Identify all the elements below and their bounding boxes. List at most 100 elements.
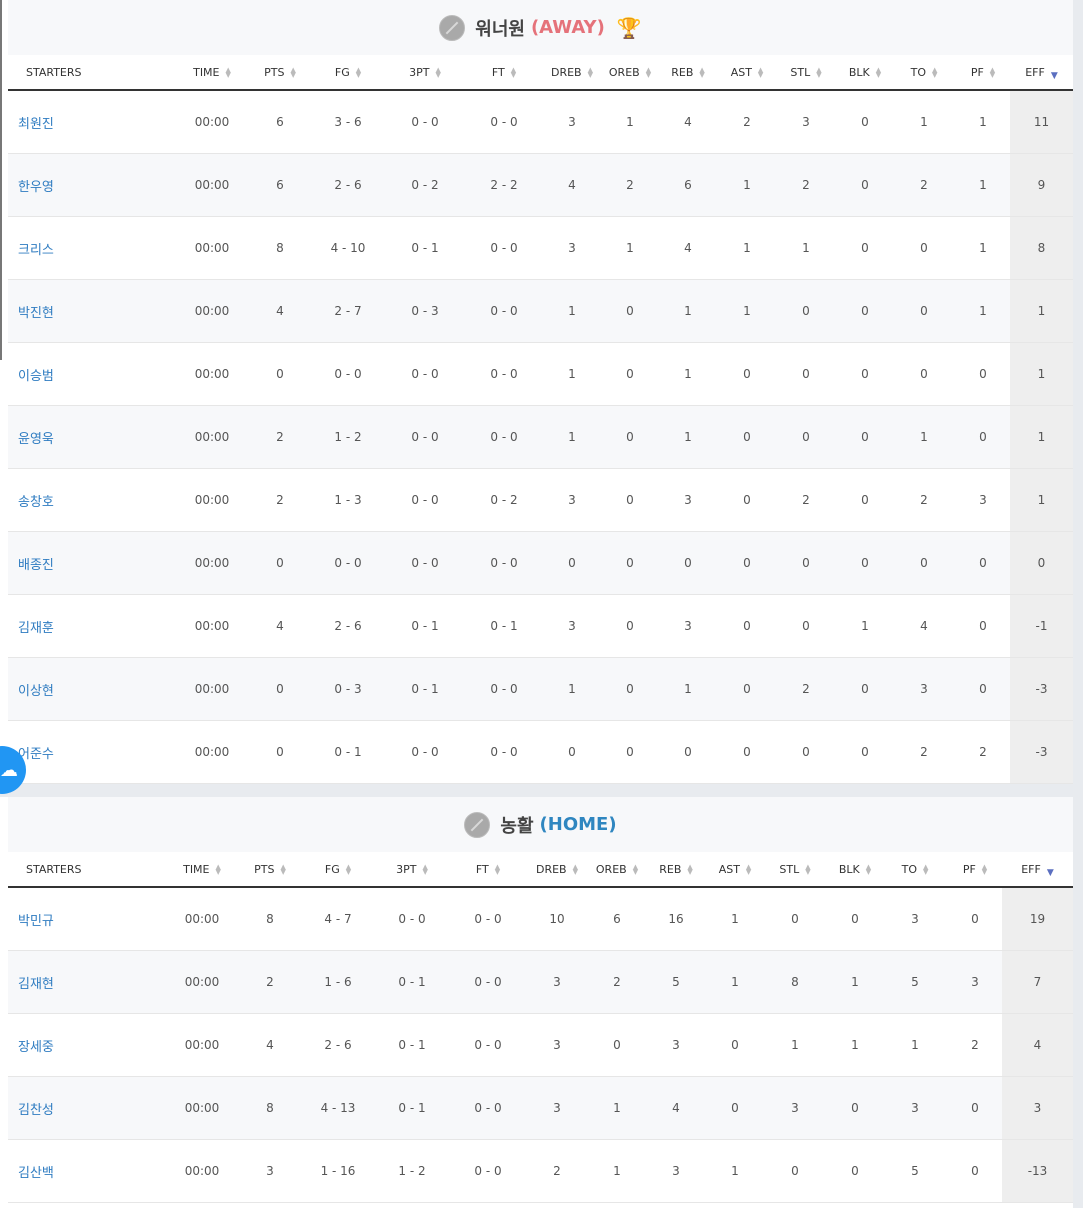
sort-icon[interactable]: ▲ ▼: [758, 66, 763, 78]
sort-desc-icon[interactable]: ▼: [1051, 71, 1058, 81]
stat-cell-pts: 0: [246, 342, 314, 406]
column-header-ast[interactable]: AST ▲ ▼: [720, 55, 774, 91]
stat-cell-fg: 2 - 6: [314, 153, 382, 217]
player-name-link[interactable]: 김재현: [8, 950, 168, 1014]
sort-icon[interactable]: ▲ ▼: [495, 863, 500, 875]
column-header-reb[interactable]: REB ▲ ▼: [644, 852, 708, 888]
column-header-blk[interactable]: BLK ▲ ▼: [838, 55, 892, 91]
column-header-starters[interactable]: STARTERS: [8, 55, 178, 91]
player-name-link[interactable]: 장세중: [8, 1013, 168, 1077]
column-header-fg[interactable]: FG ▲ ▼: [314, 55, 382, 91]
sort-icon[interactable]: ▲ ▼: [990, 66, 995, 78]
column-header-blk[interactable]: BLK ▲ ▼: [828, 852, 882, 888]
stat-cell-stl: 0: [774, 405, 838, 469]
column-header-starters[interactable]: STARTERS: [8, 852, 168, 888]
player-name-link[interactable]: 김재훈: [8, 594, 178, 658]
sort-icon[interactable]: ▲ ▼: [876, 66, 881, 78]
column-header-3pt[interactable]: 3PT ▲ ▼: [382, 55, 468, 91]
column-header-ft[interactable]: FT ▲ ▼: [468, 55, 540, 91]
sort-icon[interactable]: ▲ ▼: [687, 863, 692, 875]
sort-icon[interactable]: ▲ ▼: [511, 66, 516, 78]
column-header-reb[interactable]: REB ▲ ▼: [656, 55, 720, 91]
player-name-link[interactable]: 송창호: [8, 468, 178, 532]
away-team-name[interactable]: 워너원: [475, 15, 525, 41]
column-header-eff[interactable]: EFF ▼: [1002, 852, 1073, 888]
table-row: 김재훈 00:00 4 2 - 60 - 10 - 1 3 0 3 0 0 1 4 0 -1: [8, 594, 1073, 658]
stat-cell-stl: 1: [774, 216, 838, 280]
column-header-pts[interactable]: PTS ▲ ▼: [236, 852, 304, 888]
stat-cell-ft: 0 - 0: [452, 950, 524, 1014]
column-header-pf[interactable]: PF ▲ ▼: [948, 852, 1002, 888]
column-header-dreb[interactable]: DREB ▲ ▼: [524, 852, 590, 888]
player-name-link[interactable]: 김찬성: [8, 1076, 168, 1140]
column-header-stl[interactable]: STL ▲ ▼: [774, 55, 838, 91]
sort-icon[interactable]: ▲ ▼: [422, 863, 427, 875]
sort-icon[interactable]: ▲ ▼: [866, 863, 871, 875]
column-header-pf[interactable]: PF ▲ ▼: [956, 55, 1010, 91]
sort-icon[interactable]: ▲ ▼: [699, 66, 704, 78]
column-header-oreb[interactable]: OREB ▲ ▼: [590, 852, 644, 888]
stat-cell-blk: 0: [838, 90, 892, 154]
sort-desc-icon[interactable]: ▼: [1047, 868, 1054, 878]
sort-icon[interactable]: ▲ ▼: [573, 863, 578, 875]
home-team-name[interactable]: 농활: [500, 812, 533, 838]
sort-icon[interactable]: ▲ ▼: [982, 863, 987, 875]
sort-icon[interactable]: ▲ ▼: [435, 66, 440, 78]
column-header-stl[interactable]: STL ▲ ▼: [762, 852, 828, 888]
column-header-fg[interactable]: FG ▲ ▼: [304, 852, 372, 888]
stat-cell-oreb: 0: [604, 405, 656, 469]
table-row: 김재현 00:00 2 1 - 60 - 10 - 0325181537: [8, 950, 1073, 1014]
sort-icon[interactable]: ▲ ▼: [633, 863, 638, 875]
player-name-link[interactable]: 이승범: [8, 342, 178, 406]
player-name-link[interactable]: 크리스: [8, 216, 178, 280]
player-name-link[interactable]: 박진현: [8, 279, 178, 343]
sort-icon[interactable]: ▲ ▼: [216, 863, 221, 875]
stat-cell-eff: 1: [1010, 405, 1073, 469]
sort-icon[interactable]: ▲ ▼: [816, 66, 821, 78]
player-name-link[interactable]: 이상현: [8, 657, 178, 721]
column-header-ast[interactable]: AST ▲ ▼: [708, 852, 762, 888]
table-row: 김찬성 00:00 8 4 - 13 0 - 10 - 0314030303: [8, 1076, 1073, 1140]
stat-cell-pts: 6: [246, 90, 314, 154]
table-row: 한우영 00:00 6 2 - 60 - 22 - 2426120219: [8, 153, 1073, 217]
sort-icon[interactable]: ▲ ▼: [290, 66, 295, 78]
column-header-time[interactable]: TIME ▲ ▼: [168, 852, 236, 888]
column-header-label: 3PT: [396, 862, 417, 876]
sort-icon[interactable]: ▲ ▼: [923, 863, 928, 875]
player-name-link[interactable]: 윤영욱: [8, 405, 178, 469]
column-header-to[interactable]: TO ▲ ▼: [892, 55, 956, 91]
player-name-link[interactable]: 어준수: [8, 720, 178, 784]
sort-icon[interactable]: ▲ ▼: [280, 863, 285, 875]
sort-icon[interactable]: ▲ ▼: [588, 66, 593, 78]
column-header-time[interactable]: TIME ▲ ▼: [178, 55, 246, 91]
stat-cell-ft: 0 - 0: [468, 90, 540, 154]
column-header-dreb[interactable]: DREB ▲ ▼: [540, 55, 604, 91]
sort-icon[interactable]: ▲ ▼: [932, 66, 937, 78]
stat-cell-pts: 8: [236, 887, 304, 951]
stat-cell-oreb: 0: [604, 657, 656, 721]
home-side-label: (HOME): [539, 814, 617, 835]
player-name-link[interactable]: 최원진: [8, 90, 178, 154]
stat-cell-reb: 5: [644, 950, 708, 1014]
sort-icon[interactable]: ▲ ▼: [226, 66, 231, 78]
column-header-to[interactable]: TO ▲ ▼: [882, 852, 948, 888]
away-side-label: (AWAY): [530, 17, 605, 38]
player-name-link[interactable]: 한우영: [8, 153, 178, 217]
sort-icon[interactable]: ▲ ▼: [746, 863, 751, 875]
sort-icon[interactable]: ▲ ▼: [346, 863, 351, 875]
stat-cell-stl: 2: [774, 657, 838, 721]
stat-cell-blk: 0: [838, 657, 892, 721]
sort-icon[interactable]: ▲ ▼: [805, 863, 810, 875]
column-header-3pt[interactable]: 3PT ▲ ▼: [372, 852, 452, 888]
column-header-eff[interactable]: EFF ▼: [1010, 55, 1073, 91]
player-name-link[interactable]: 김산백: [8, 1139, 168, 1203]
stat-cell-pts: 4: [236, 1013, 304, 1077]
player-name-link[interactable]: 배종진: [8, 531, 178, 595]
stat-cell-fg: 2 - 6: [314, 594, 382, 658]
column-header-ft[interactable]: FT ▲ ▼: [452, 852, 524, 888]
sort-icon[interactable]: ▲ ▼: [356, 66, 361, 78]
column-header-pts[interactable]: PTS ▲ ▼: [246, 55, 314, 91]
column-header-oreb[interactable]: OREB ▲ ▼: [604, 55, 656, 91]
sort-icon[interactable]: ▲ ▼: [646, 66, 651, 78]
player-name-link[interactable]: 박민규: [8, 887, 168, 951]
